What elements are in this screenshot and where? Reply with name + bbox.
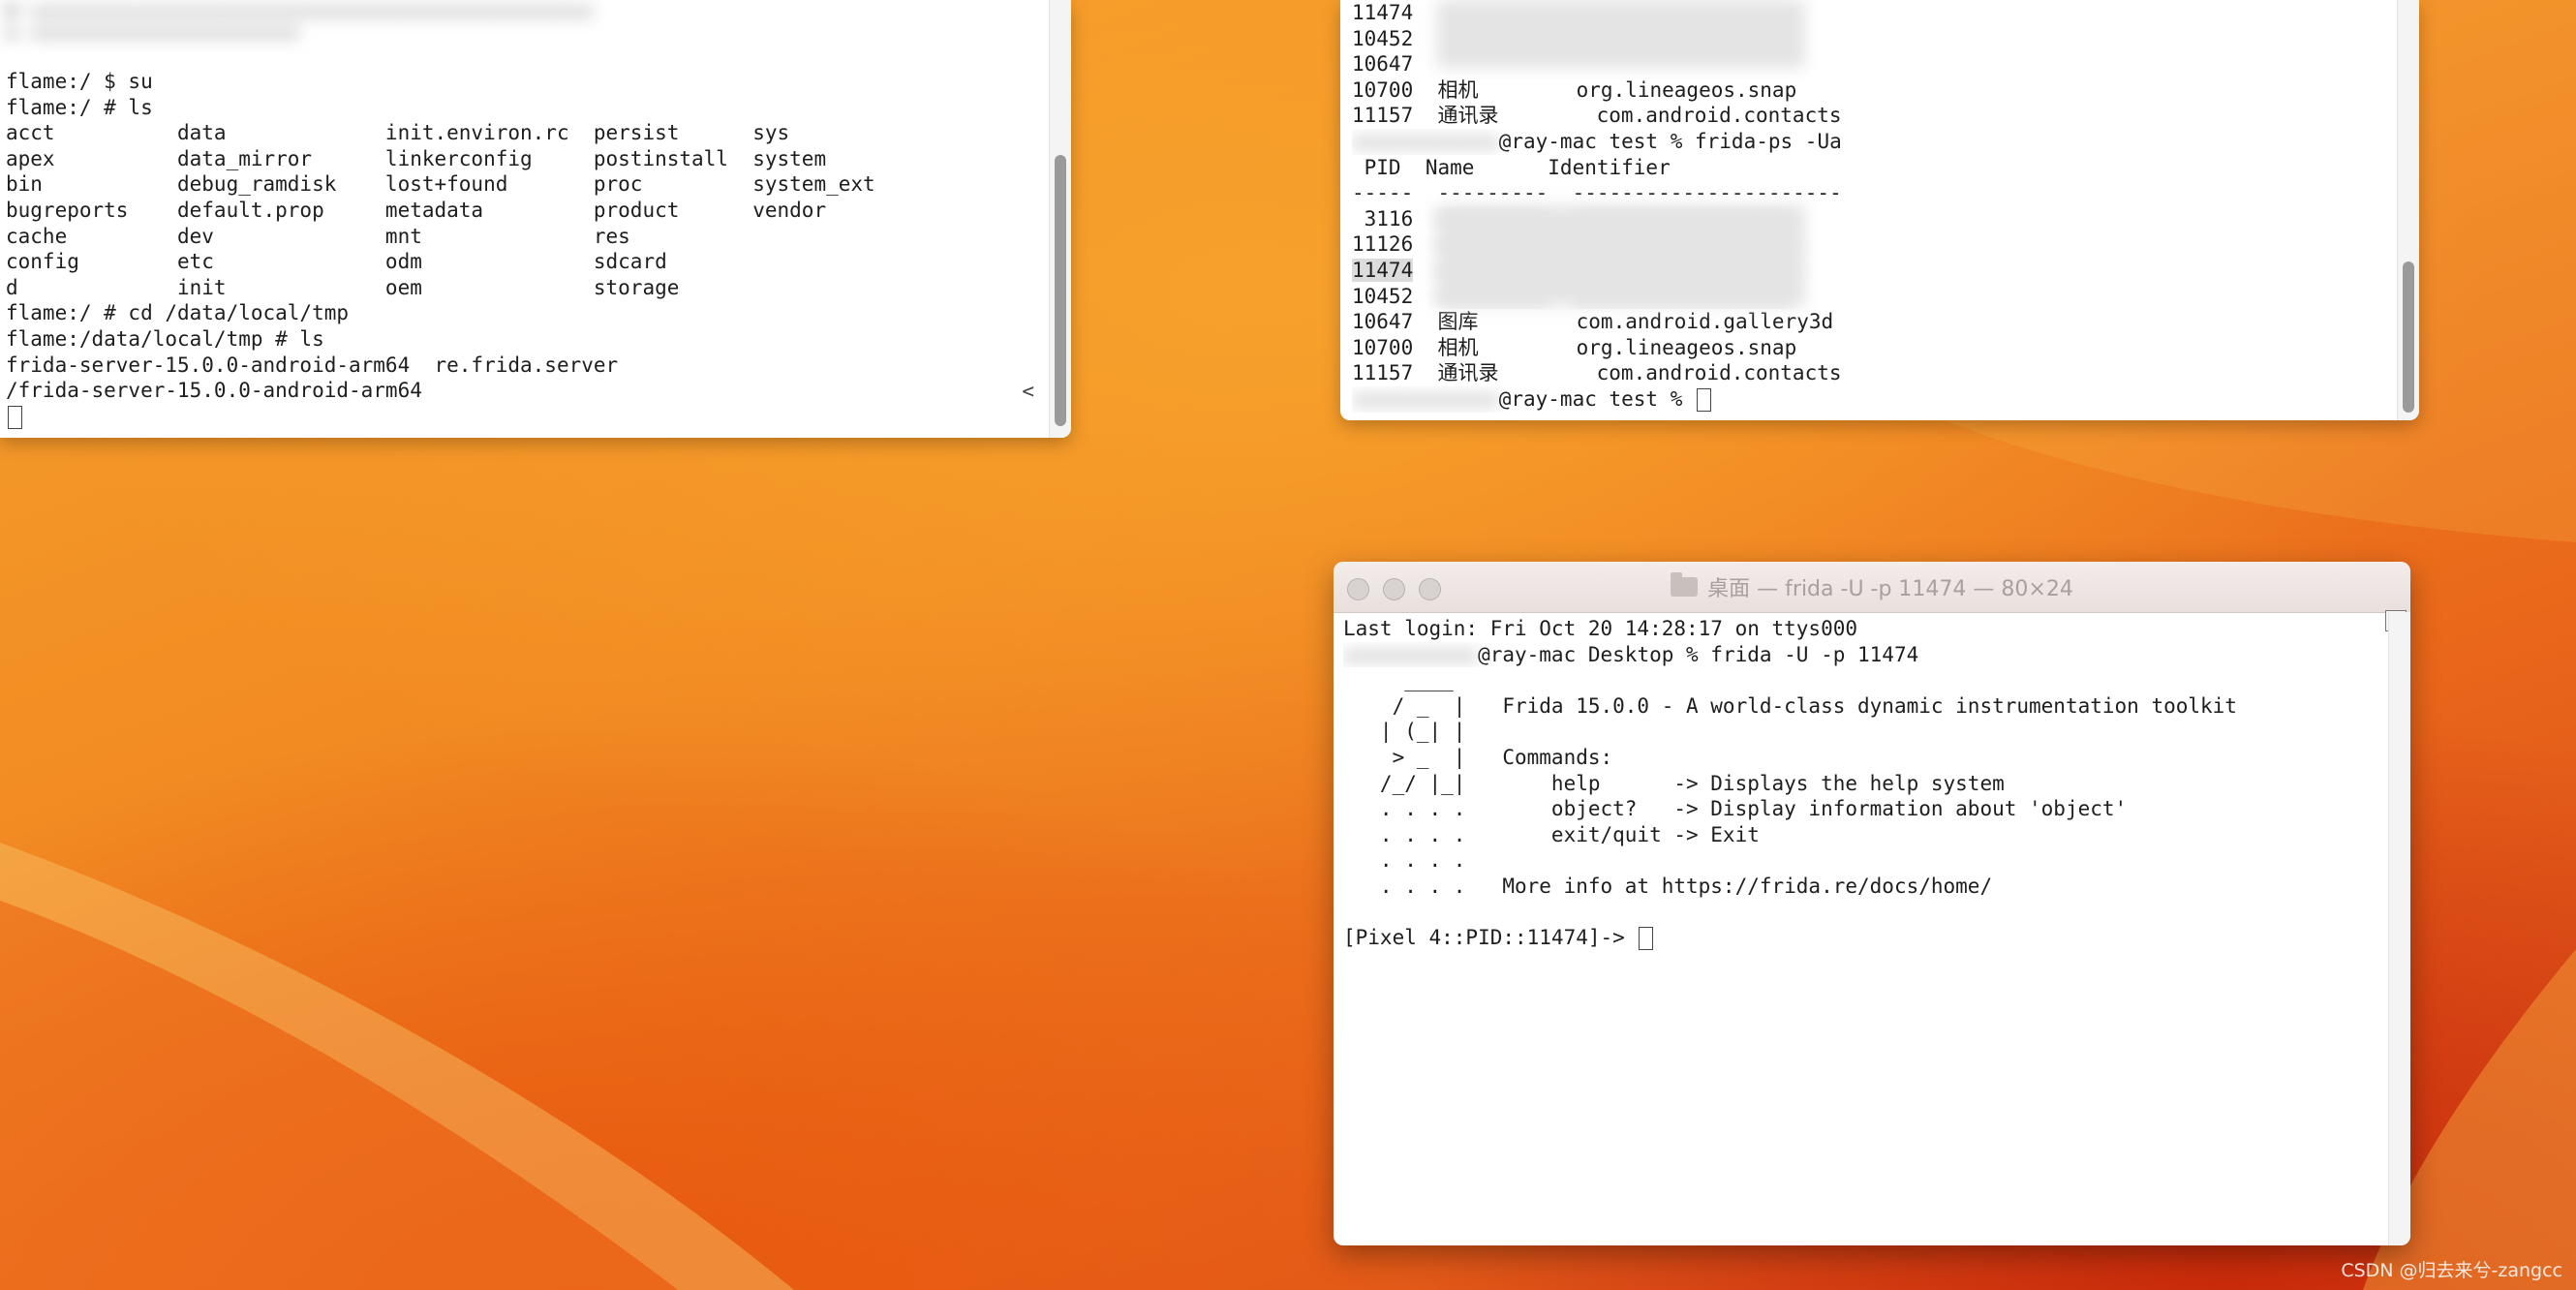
terminal-line: apex data_mirror linkerconfig postinstal… [6, 146, 827, 170]
terminal-prompt-line: xxxxxxxxxxx@ray-mac Desktop % frida -U -… [1343, 642, 1919, 666]
terminal-prompt-line: xxxxxxxxxxxx@ray-mac test % frida-ps -Ua [1352, 129, 1842, 153]
table-row: 10700 相机 org.lineageos.snap [1352, 335, 1797, 359]
terminal-cursor [1639, 927, 1654, 951]
left-terminal-scrollbar[interactable] [1049, 0, 1071, 438]
terminal-cursor [1697, 387, 1712, 412]
terminal-cursor [8, 405, 22, 429]
terminal-line: /frida-server-15.0.0-android-arm64 [6, 379, 422, 403]
scrollbar-thumb[interactable] [2403, 261, 2414, 413]
terminal-line: . . . . [1343, 848, 1466, 873]
terminal-line: Last login: Fri Oct 20 14:28:17 on ttys0… [1343, 617, 1858, 640]
terminal-line: bin debug_ramdisk lost+found proc system… [6, 172, 875, 197]
window-title: 桌面 — frida -U -p 11474 — 80×24 [1707, 577, 2073, 601]
terminal-line: d init oem storage [6, 275, 680, 299]
left-terminal-blurred-top: W xxxxxxxxxxxxxxxxxxxxxxxxxxxxxxxxxxxxxx… [6, 0, 594, 43]
frida-repl-prompt[interactable]: [Pixel 4::PID::11474]-> [1343, 925, 2381, 951]
left-terminal-output: flame:/ $ su flame:/ # ls acct data init… [6, 69, 1042, 429]
terminal-line: . . . . More info at https://frida.re/do… [1343, 874, 1993, 898]
frida-repl-scrollbar[interactable] [2388, 612, 2410, 1245]
frida-ps-scrollbar[interactable] [2397, 0, 2419, 420]
scrollbar-thumb[interactable] [1055, 155, 1066, 426]
terminal-line: . . . . object? -> Display information a… [1343, 797, 2128, 821]
terminal-line: config etc odm sdcard [6, 250, 667, 274]
terminal-line: acct data init.environ.rc persist sys [6, 121, 790, 145]
terminal-input-line[interactable] [6, 404, 1042, 430]
folder-icon [1671, 572, 1699, 597]
blurred-region [1437, 0, 1805, 68]
terminal-line: / _ | Frida 15.0.0 - A world-class dynam… [1343, 693, 2237, 718]
terminal-line: flame:/data/local/tmp # ls [6, 326, 324, 351]
terminal-prompt-line[interactable]: xxxxxxxxxxxx@ray-mac test % [1352, 386, 2390, 413]
frida-repl-output: Last login: Fri Oct 20 14:28:17 on ttys0… [1343, 616, 2381, 951]
terminal-line: /_/ |_| help -> Displays the help system [1343, 771, 2005, 795]
terminal-line: cache dev mnt res [6, 224, 630, 248]
terminal-line: flame:/ # ls [6, 95, 153, 119]
close-button[interactable] [1347, 578, 1369, 600]
terminal-line: . . . . exit/quit -> Exit [1343, 822, 1760, 846]
window-titlebar[interactable]: 桌面 — frida -U -p 11474 — 80×24 [1334, 562, 2410, 613]
minimize-button[interactable] [1383, 578, 1405, 600]
terminal-line: bugreports default.prop metadata product… [6, 198, 827, 222]
zoom-button[interactable] [1419, 578, 1441, 600]
terminal-line: frida-server-15.0.0-android-arm64 re.fri… [6, 353, 619, 377]
frida-logo: ____ [1343, 668, 1454, 692]
blurred-region [1437, 205, 1805, 306]
redacted-username: xxxxxxxxxxx [1343, 642, 1479, 666]
watermark: CSDN @归去来兮-zangcc [2341, 1260, 2562, 1281]
table-row: 10647 图库 com.android.gallery3d [1352, 310, 1834, 334]
table-header: PID Name Identifier [1352, 155, 1671, 179]
redacted-username: xxxxxxxxxxxx [1352, 386, 1499, 411]
left-terminal-window[interactable]: W xxxxxxxxxxxxxxxxxxxxxxxxxxxxxxxxxxxxxx… [0, 0, 1071, 438]
terminal-line: | (_| | [1343, 720, 1466, 744]
table-separator: ----- --------- ---------------------- [1352, 181, 1842, 205]
traffic-lights [1347, 578, 1441, 600]
table-row: 11157 通讯录 com.android.contacts [1352, 361, 1842, 385]
terminal-line: 11157 通讯录 com.android.contacts [1352, 104, 1842, 128]
frida-repl-terminal-window[interactable]: 桌面 — frida -U -p 11474 — 80×24 Last logi… [1334, 562, 2410, 1245]
terminal-line: > _ | Commands: [1343, 745, 1613, 769]
redacted-username: xxxxxxxxxxxx [1352, 129, 1499, 153]
frida-ps-terminal-window[interactable]: 11474 10452 10647 10700 相机 org.lineageos… [1340, 0, 2419, 420]
terminal-line: flame:/ # cd /data/local/tmp [6, 301, 350, 325]
terminal-line: 10700 相机 org.lineageos.snap [1352, 77, 1797, 102]
scroll-marker: < [1022, 380, 1034, 403]
terminal-line: flame:/ $ su [6, 70, 153, 93]
